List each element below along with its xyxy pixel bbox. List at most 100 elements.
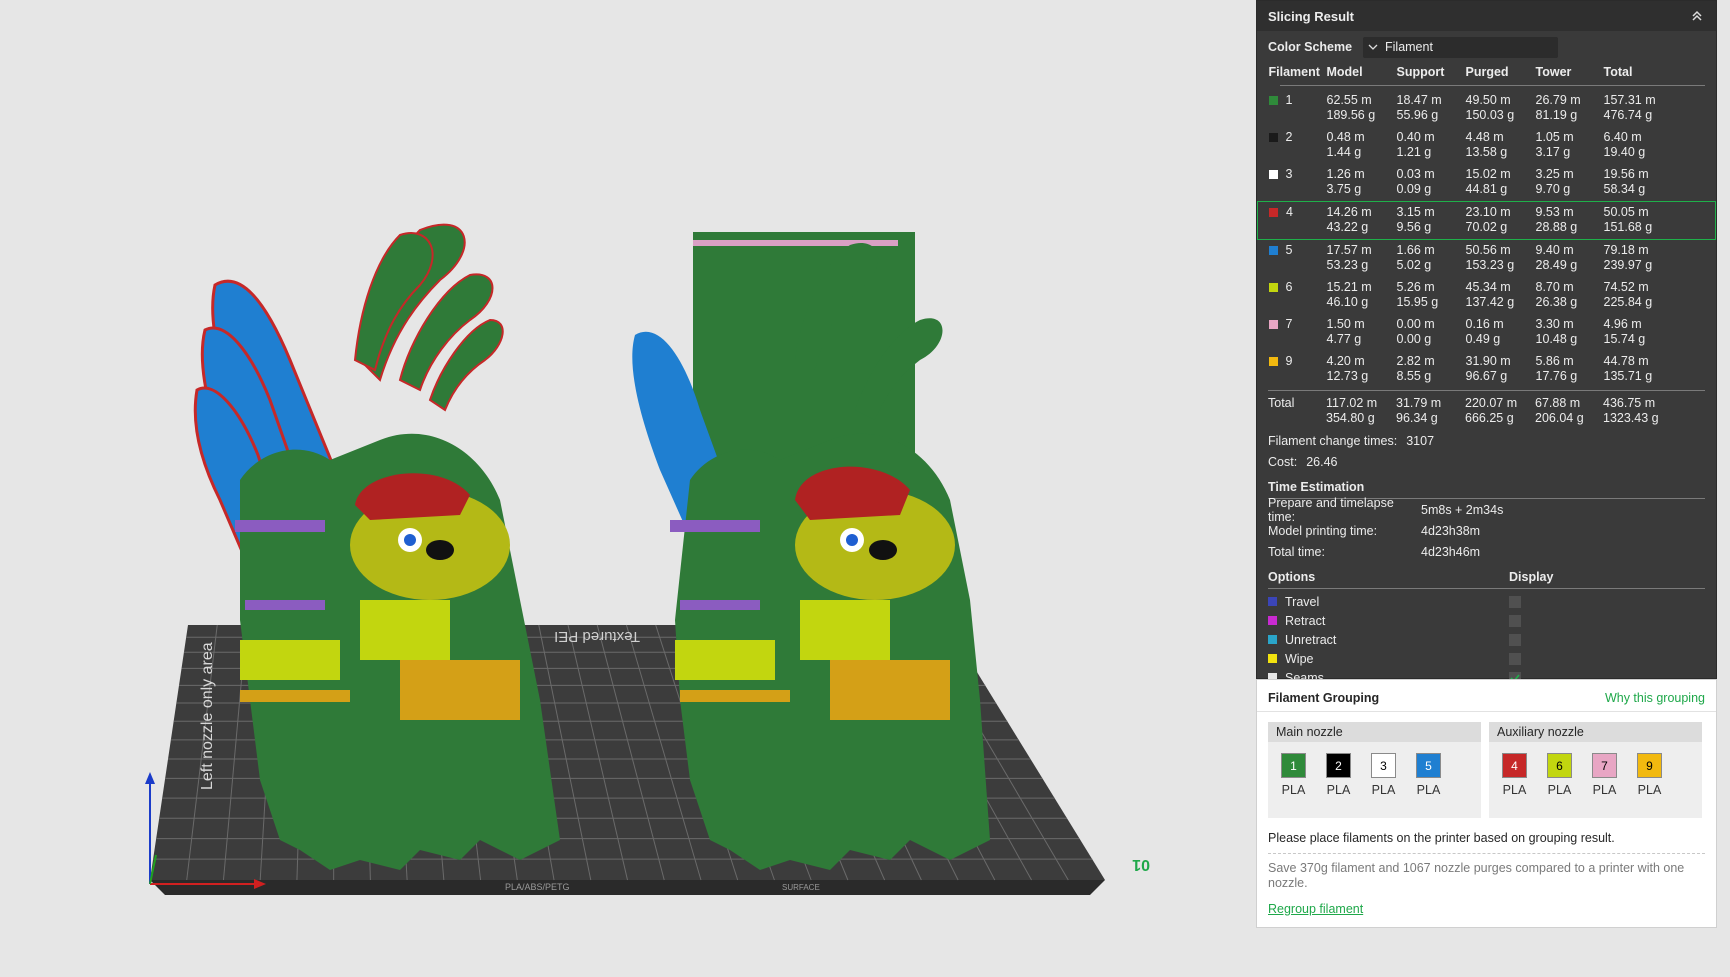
time-estimation-list: Prepare and timelapse time: 5m8s + 2m34s M… xyxy=(1257,496,1716,562)
total-support-m: 31.79 m xyxy=(1396,396,1442,410)
total-model-g: 354.80 g xyxy=(1326,411,1375,425)
filament-row[interactable]: 1 62.55 m 189.56 g 18.47 m 55.96 g 49.50 m 150… xyxy=(1258,90,1716,127)
chevron-down-icon xyxy=(1368,44,1378,50)
filament-row[interactable]: 6 15.21 m 46.10 g 5.26 m 15.95 g 45.34 m 137.4… xyxy=(1258,277,1716,314)
model-m: 1.50 m xyxy=(1326,317,1365,331)
plate-text-bottom: PLA/ABS/PETG xyxy=(505,882,570,892)
regroup-filament-link[interactable]: Regroup filament xyxy=(1257,898,1716,920)
time-key: Prepare and timelapse time: xyxy=(1268,495,1394,524)
filament-chip-type: PLA xyxy=(1281,783,1306,797)
support-g: 5.02 g xyxy=(1396,258,1432,272)
tower-g: 17.76 g xyxy=(1535,369,1578,383)
total-tower-m: 67.88 m xyxy=(1535,396,1581,410)
total-m: 19.56 m xyxy=(1603,167,1649,181)
collapse-icon[interactable] xyxy=(1689,8,1705,24)
filament-row[interactable]: 7 1.50 m 4.77 g 0.00 m 0.00 g 0.16 m 0.49 g 3.3… xyxy=(1258,314,1716,351)
purged-m: 23.10 m xyxy=(1465,205,1511,219)
total-tower-g: 206.04 g xyxy=(1535,411,1584,425)
plate-text-left: Left nozzle only area xyxy=(199,642,216,790)
filament-chip[interactable]: 1 PLA xyxy=(1276,753,1311,797)
display-checkbox[interactable] xyxy=(1509,633,1521,646)
filament-chip-box: 7 xyxy=(1592,753,1617,778)
model-m: 1.26 m xyxy=(1326,167,1365,181)
display-checkbox[interactable] xyxy=(1509,652,1521,665)
option-swatch xyxy=(1268,616,1277,625)
support-m: 1.66 m xyxy=(1396,243,1435,257)
grouping-save-text: Save 370g filament and 1067 nozzle purge… xyxy=(1268,861,1685,890)
display-checkbox[interactable] xyxy=(1509,614,1521,627)
scene-canvas[interactable]: Left nozzle only area Textured PEI PLA/A… xyxy=(0,0,1250,977)
support-m: 18.47 m xyxy=(1396,93,1442,107)
plate-text-small: SURFACE xyxy=(782,883,820,892)
purged-g: 150.03 g xyxy=(1465,108,1515,122)
purged-g: 153.23 g xyxy=(1465,258,1515,272)
time-row: Prepare and timelapse time: 5m8s + 2m34s xyxy=(1257,496,1716,524)
filament-grouping-panel: Filament Grouping Why this grouping Main… xyxy=(1256,679,1717,928)
model-g: 4.77 g xyxy=(1326,332,1362,346)
slicing-result-panel: Slicing Result Color Scheme Filament Fil… xyxy=(1256,0,1717,685)
options-list: Travel Retract Unretract Wipe Seams xyxy=(1257,592,1716,687)
display-checkbox[interactable] xyxy=(1509,595,1521,608)
filament-swatch xyxy=(1268,320,1278,329)
option-label: Travel xyxy=(1285,594,1320,609)
col-purged: Purged xyxy=(1465,65,1509,79)
tower-m: 5.86 m xyxy=(1535,354,1574,368)
why-grouping-link[interactable]: Why this grouping xyxy=(1605,691,1705,705)
filament-chip[interactable]: 9 PLA xyxy=(1632,753,1667,797)
main-nozzle-group: Main nozzle 1 PLA 2 PLA 3 PLA 5 PLA xyxy=(1268,722,1481,818)
time-key: Model printing time: xyxy=(1268,523,1378,538)
options-header: Options Display xyxy=(1257,566,1716,588)
filament-id: 4 xyxy=(1286,205,1293,219)
total-m: 79.18 m xyxy=(1603,243,1649,257)
tower-m: 1.05 m xyxy=(1535,130,1574,144)
total-g: 19.40 g xyxy=(1603,145,1646,159)
filament-row[interactable]: 9 4.20 m 12.73 g 2.82 m 8.55 g 31.90 m 96.67 g… xyxy=(1258,351,1716,388)
option-swatch xyxy=(1268,654,1277,663)
purged-g: 0.49 g xyxy=(1465,332,1501,346)
filament-chip[interactable]: 3 PLA xyxy=(1366,753,1401,797)
total-m: 74.52 m xyxy=(1603,280,1649,294)
filament-chip[interactable]: 2 PLA xyxy=(1321,753,1356,797)
filament-change-label: Filament change times: xyxy=(1268,433,1398,448)
option-row-unretract: Unretract xyxy=(1257,630,1716,649)
purged-g: 13.58 g xyxy=(1465,145,1508,159)
support-g: 9.56 g xyxy=(1396,220,1432,234)
filament-chip[interactable]: 4 PLA xyxy=(1497,753,1532,797)
option-label: Unretract xyxy=(1285,632,1337,647)
filament-row[interactable]: 2 0.48 m 1.44 g 0.40 m 1.21 g 4.48 m 13.58 g 1.… xyxy=(1258,127,1716,164)
time-row: Model printing time: 4d23h38m xyxy=(1257,520,1716,541)
filament-chip-type: PLA xyxy=(1416,783,1441,797)
color-scheme-dropdown[interactable]: Filament xyxy=(1363,36,1558,58)
3d-viewport[interactable]: Left nozzle only area Textured PEI PLA/A… xyxy=(0,0,1250,977)
filament-row[interactable]: 5 17.57 m 53.23 g 1.66 m 5.02 g 50.56 m 153.23… xyxy=(1258,240,1716,278)
filament-row[interactable]: 3 1.26 m 3.75 g 0.03 m 0.09 g 15.02 m 44.81 g 3… xyxy=(1258,164,1716,202)
purged-m: 0.16 m xyxy=(1465,317,1504,331)
option-swatch xyxy=(1268,597,1277,606)
tower-m: 9.53 m xyxy=(1535,205,1574,219)
support-g: 1.21 g xyxy=(1396,145,1432,159)
col-filament: Filament xyxy=(1268,65,1320,79)
total-g: 225.84 g xyxy=(1603,295,1653,309)
purged-m: 4.48 m xyxy=(1465,130,1504,144)
support-g: 8.55 g xyxy=(1396,369,1432,383)
time-value: 4d23h38m xyxy=(1421,523,1481,538)
purged-g: 96.67 g xyxy=(1465,369,1508,383)
filament-chip[interactable]: 7 PLA xyxy=(1587,753,1622,797)
filament-chip-type: PLA xyxy=(1637,783,1662,797)
display-label: Display xyxy=(1509,570,1554,584)
grouping-title: Filament Grouping xyxy=(1268,691,1380,705)
total-g: 58.34 g xyxy=(1603,182,1646,196)
tower-g: 10.48 g xyxy=(1535,332,1578,346)
filament-row[interactable]: 4 14.26 m 43.22 g 3.15 m 9.56 g 23.10 m 70.02 … xyxy=(1257,201,1716,240)
col-tower: Tower xyxy=(1535,65,1572,79)
cost-row: Cost: 26.46 xyxy=(1257,451,1716,472)
total-m: 6.40 m xyxy=(1603,130,1642,144)
options-label: Options xyxy=(1268,570,1316,584)
filament-chip[interactable]: 6 PLA xyxy=(1542,753,1577,797)
total-m: 157.31 m xyxy=(1603,93,1656,107)
support-m: 5.26 m xyxy=(1396,280,1435,294)
total-purged-g: 666.25 g xyxy=(1465,411,1514,425)
panel-title: Slicing Result xyxy=(1268,8,1354,24)
purged-m: 45.34 m xyxy=(1465,280,1511,294)
filament-chip[interactable]: 5 PLA xyxy=(1411,753,1446,797)
